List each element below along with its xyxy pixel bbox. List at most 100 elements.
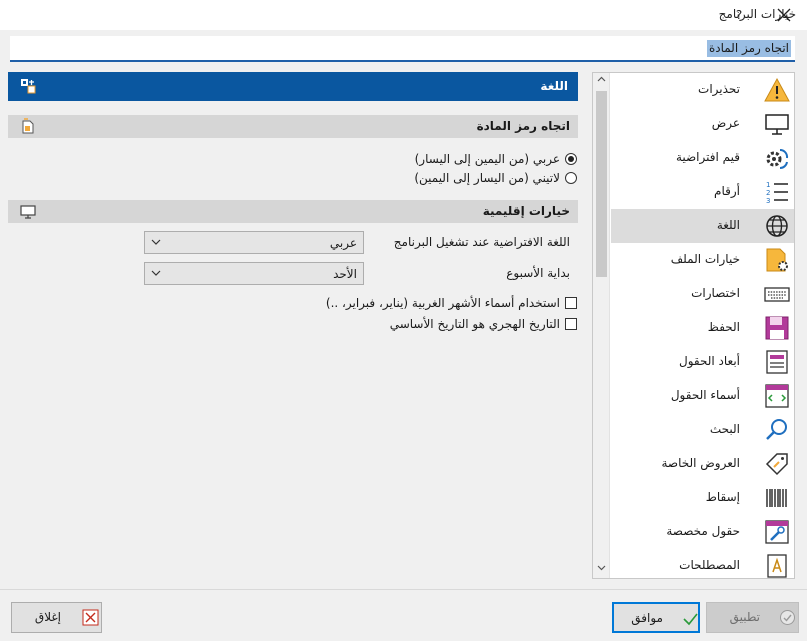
nav-item-language[interactable]: اللغة bbox=[611, 209, 794, 243]
nav-item-label: خيارات الملف bbox=[670, 252, 740, 266]
nav-item-label: أبعاد الحقول bbox=[678, 354, 740, 368]
nav-item-drop[interactable]: إسقاط bbox=[611, 481, 794, 515]
footer-divider bbox=[0, 589, 807, 590]
section-title: اللغة bbox=[540, 79, 568, 93]
nav-item-view[interactable]: عرض bbox=[611, 107, 794, 141]
nav-item-custom-fields[interactable]: حقول مخصصة bbox=[611, 515, 794, 549]
field-names-icon bbox=[765, 384, 789, 408]
field-dimensions-icon bbox=[766, 350, 788, 374]
tag-icon bbox=[765, 453, 788, 476]
chevron-down-icon bbox=[151, 239, 161, 245]
nav-item-search[interactable]: البحث bbox=[611, 413, 794, 447]
search-box[interactable]: اتجاه رمز المادة bbox=[10, 36, 795, 62]
file-settings-icon bbox=[766, 248, 788, 272]
nav-item-label: اللغة bbox=[716, 218, 740, 232]
warning-icon bbox=[764, 77, 790, 102]
monitor-icon bbox=[20, 205, 36, 219]
search-icon bbox=[766, 419, 787, 440]
nav-item-label: البحث bbox=[709, 422, 740, 436]
nav-item-defaults[interactable]: قيم افتراضية bbox=[611, 141, 794, 175]
group-title-direction: اتجاه رمز المادة bbox=[476, 119, 570, 133]
default-language-label: اللغة الافتراضية عند تشغيل البرنامج bbox=[393, 235, 570, 249]
monitor-icon bbox=[765, 114, 789, 135]
keyboard-icon bbox=[764, 287, 790, 302]
scroll-up-button[interactable] bbox=[593, 73, 610, 90]
help-button[interactable]: ? bbox=[728, 4, 750, 26]
checkmark-icon bbox=[683, 613, 698, 626]
options-nav-panel: تحذيرات عرض قيم افتراضية 123 أرقام اللغة… bbox=[592, 72, 795, 579]
checkbox-western-months[interactable]: استخدام أسماء الأشهر الغربية (يناير، فبر… bbox=[326, 294, 577, 311]
chevron-down-icon bbox=[597, 565, 606, 571]
apply-button[interactable]: تطبيق bbox=[706, 602, 799, 633]
nav-item-warnings[interactable]: تحذيرات bbox=[611, 73, 794, 107]
checkbox-label: التاريخ الهجري هو التاريخ الأساسي bbox=[389, 316, 560, 331]
chevron-up-icon bbox=[597, 76, 606, 82]
scroll-down-button[interactable] bbox=[593, 561, 610, 578]
ok-button[interactable]: موافق bbox=[612, 602, 700, 633]
chevron-down-icon bbox=[151, 270, 161, 276]
section-header: اللغة bbox=[8, 72, 578, 101]
group-title-regional: خيارات إقليمية bbox=[482, 204, 570, 218]
nav-item-save[interactable]: الحفظ bbox=[611, 311, 794, 345]
radio-button[interactable] bbox=[565, 171, 577, 184]
globe-icon bbox=[766, 215, 788, 237]
svg-text:3: 3 bbox=[766, 197, 770, 205]
nav-item-label: المصطلحات bbox=[679, 558, 740, 572]
nav-scrollbar[interactable] bbox=[593, 73, 610, 578]
svg-text:1: 1 bbox=[766, 181, 770, 189]
close-button-label: إغلاق bbox=[34, 610, 61, 624]
nav-item-label: إسقاط bbox=[705, 490, 740, 504]
nav-item-label: الحفظ bbox=[707, 320, 740, 334]
numbered-list-icon: 123 bbox=[766, 181, 788, 205]
apply-check-icon bbox=[780, 610, 795, 625]
ok-button-label: موافق bbox=[631, 611, 663, 625]
nav-item-label: قيم افتراضية bbox=[675, 150, 740, 164]
radio-arabic-rtl[interactable]: عربي (من اليمين إلى اليسار) bbox=[415, 150, 577, 167]
nav-item-shortcuts[interactable]: اختصارات bbox=[611, 277, 794, 311]
checkbox[interactable] bbox=[565, 317, 577, 330]
language-options-icon bbox=[21, 79, 36, 94]
radio-label: عربي (من اليمين إلى اليسار) bbox=[414, 151, 560, 166]
apply-button-label: تطبيق bbox=[729, 610, 760, 624]
gear-refresh-icon bbox=[766, 148, 789, 170]
nav-item-label: اختصارات bbox=[691, 286, 740, 300]
week-start-value: الأحد bbox=[333, 267, 357, 281]
title-bar: خيارات البرنامج ? bbox=[0, 0, 807, 30]
barcode-icon bbox=[766, 489, 787, 507]
nav-item-label: أسماء الحقول bbox=[670, 388, 740, 402]
save-disk-icon bbox=[765, 316, 789, 340]
close-x-icon bbox=[82, 609, 99, 626]
svg-text:2: 2 bbox=[766, 189, 770, 197]
week-start-label: بداية الأسبوع bbox=[506, 266, 570, 280]
radio-button[interactable] bbox=[565, 152, 577, 165]
scroll-thumb[interactable] bbox=[596, 91, 607, 277]
search-input[interactable]: اتجاه رمز المادة bbox=[706, 40, 791, 57]
nav-item-label: حقول مخصصة bbox=[666, 524, 740, 538]
group-header-direction: اتجاه رمز المادة bbox=[8, 115, 578, 138]
terms-icon bbox=[767, 554, 787, 578]
nav-item-numbers[interactable]: 123 أرقام bbox=[611, 175, 794, 209]
nav-item-terms[interactable]: المصطلحات bbox=[611, 549, 794, 578]
group-header-regional: خيارات إقليمية bbox=[8, 200, 578, 223]
text-direction-icon bbox=[22, 118, 34, 134]
nav-item-label: عرض bbox=[711, 116, 740, 130]
radio-latin-ltr[interactable]: لاتيني (من اليسار إلى اليمين) bbox=[414, 169, 577, 186]
close-window-button[interactable] bbox=[773, 4, 795, 26]
nav-item-label: العروض الخاصة bbox=[661, 456, 740, 470]
checkbox-label: استخدام أسماء الأشهر الغربية (يناير، فبر… bbox=[325, 295, 560, 310]
default-language-select[interactable]: عربي bbox=[144, 231, 364, 254]
close-button[interactable]: إغلاق bbox=[11, 602, 102, 633]
nav-item-label: تحذيرات bbox=[698, 82, 740, 96]
close-icon bbox=[777, 8, 791, 22]
nav-item-field-names[interactable]: أسماء الحقول bbox=[611, 379, 794, 413]
nav-item-file-options[interactable]: خيارات الملف bbox=[611, 243, 794, 277]
nav-item-field-dimensions[interactable]: أبعاد الحقول bbox=[611, 345, 794, 379]
nav-item-label: أرقام bbox=[714, 184, 740, 198]
radio-label: لاتيني (من اليسار إلى اليمين) bbox=[414, 170, 560, 185]
custom-fields-icon bbox=[765, 520, 789, 544]
default-language-value: عربي bbox=[329, 236, 357, 250]
checkbox-hijri-primary[interactable]: التاريخ الهجري هو التاريخ الأساسي bbox=[390, 315, 577, 332]
checkbox[interactable] bbox=[565, 296, 577, 309]
week-start-select[interactable]: الأحد bbox=[144, 262, 364, 285]
nav-item-special-offers[interactable]: العروض الخاصة bbox=[611, 447, 794, 481]
